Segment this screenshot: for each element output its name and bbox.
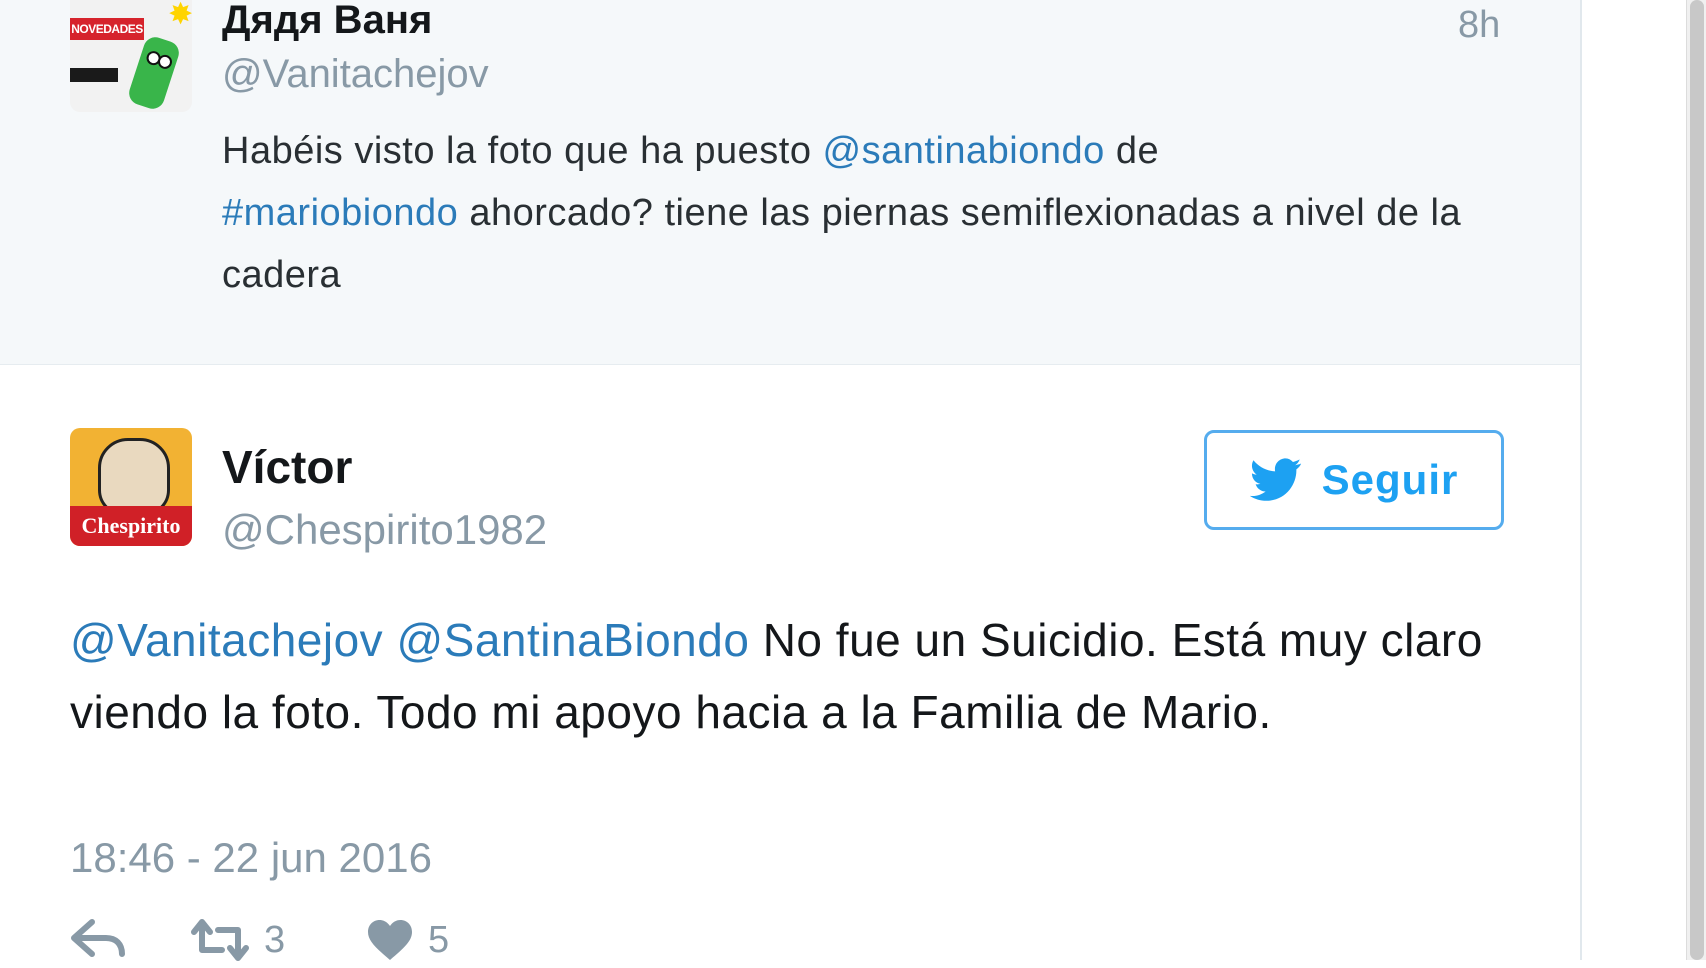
scrollbar-thumb[interactable] xyxy=(1690,0,1704,960)
heart-icon xyxy=(368,920,412,960)
parent-tweet[interactable]: NOVEDADES ✸ Дядя Ваня @Vanitachejov 8h H… xyxy=(0,0,1580,365)
retweet-count: 3 xyxy=(264,918,286,961)
avatar[interactable]: Chespirito xyxy=(70,428,192,546)
follow-button-label: Seguir xyxy=(1321,456,1459,503)
reply-icon xyxy=(71,919,125,957)
reply-button[interactable] xyxy=(70,918,126,962)
tweet-text: Habéis visto la foto que ha puesto @sant… xyxy=(222,120,1512,306)
mention-link[interactable]: @SantinaBiondo xyxy=(396,614,749,666)
follow-button[interactable]: Seguir xyxy=(1204,430,1504,530)
mention-link[interactable]: @Vanitachejov xyxy=(70,614,383,666)
user-handle[interactable]: @Chespirito1982 xyxy=(222,506,547,554)
retweet-button[interactable]: 3 xyxy=(190,918,285,962)
avatar-mascot xyxy=(126,34,182,112)
retweet-icon xyxy=(191,919,249,961)
text-segment: de xyxy=(1104,130,1160,172)
like-count: 5 xyxy=(428,918,450,961)
avatar[interactable]: NOVEDADES ✸ xyxy=(70,0,192,112)
user-name[interactable]: Дядя Ваня xyxy=(222,0,432,43)
avatar-label: Chespirito xyxy=(70,506,192,546)
avatar-face xyxy=(98,438,170,516)
twitter-bird-icon xyxy=(1249,458,1301,501)
user-name[interactable]: Víctor xyxy=(222,440,352,494)
tweet-text: @Vanitachejov @SantinaBiondo No fue un S… xyxy=(70,604,1510,748)
spark-icon: ✸ xyxy=(168,0,192,31)
scrollbar[interactable] xyxy=(1686,0,1706,960)
tweet-timestamp[interactable]: 18:46 - 22 jun 2016 xyxy=(70,834,432,882)
tweet-card: NOVEDADES ✸ Дядя Ваня @Vanitachejov 8h H… xyxy=(0,0,1582,962)
avatar-bar xyxy=(70,68,118,82)
hashtag-link[interactable]: #mariobiondo xyxy=(222,192,458,234)
like-button[interactable]: 5 xyxy=(366,918,449,962)
user-handle[interactable]: @Vanitachejov xyxy=(222,52,489,97)
text-segment xyxy=(383,614,396,666)
avatar-banner: NOVEDADES xyxy=(70,18,144,40)
tweet-time[interactable]: 8h xyxy=(1458,4,1500,47)
text-segment: Habéis visto la foto que ha puesto xyxy=(222,130,823,172)
mention-link[interactable]: @santinabiondo xyxy=(823,130,1105,172)
